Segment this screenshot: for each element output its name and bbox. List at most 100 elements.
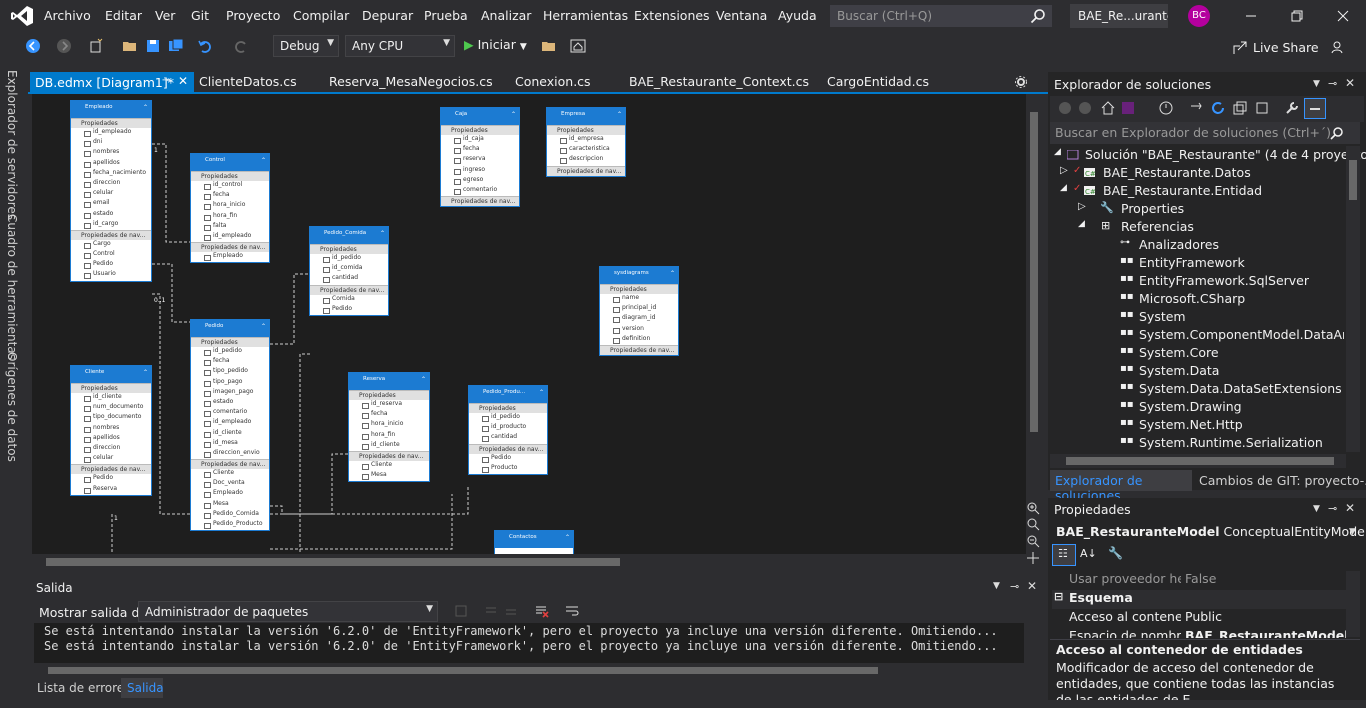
collapse-icon[interactable]: ⌃ xyxy=(617,111,622,118)
find-message-icon[interactable] xyxy=(454,604,468,618)
collapse-icon[interactable]: ⌃ xyxy=(143,104,148,111)
navigation-property[interactable]: Mesa xyxy=(349,471,429,481)
undo-icon[interactable] xyxy=(197,38,213,54)
tree-references[interactable]: Referencias xyxy=(1121,219,1194,234)
entity-property[interactable]: hora_inicio xyxy=(191,201,269,211)
navigation-property[interactable]: Comida xyxy=(310,295,388,305)
entity-property[interactable]: fecha_nacimiento xyxy=(71,169,151,179)
properties-wrench-icon[interactable] xyxy=(1284,100,1300,116)
live-share-icon[interactable] xyxy=(1232,40,1248,56)
output-text[interactable]: Se está intentando instalar la versión '… xyxy=(34,623,1024,663)
entity-pedido-comida[interactable]: Pedido_Comida ⌃ Propiedades id_pedido id_… xyxy=(309,226,389,316)
entity-property[interactable]: direccion_envio xyxy=(191,449,269,459)
entity-control[interactable]: Control ⌃ Propiedades id_control fecha ho… xyxy=(190,153,270,264)
preview-button[interactable] xyxy=(1304,98,1326,119)
entity-property[interactable]: dni xyxy=(71,138,151,148)
tab-reserva-mesanegocios[interactable]: Reserva_MesaNegocios.cs xyxy=(329,74,493,89)
entity-property[interactable]: nombres xyxy=(71,148,151,158)
entity-property[interactable]: id_empleado xyxy=(191,418,269,428)
collapse-icon[interactable]: ⌃ xyxy=(670,270,675,277)
redo-icon[interactable] xyxy=(233,38,249,54)
entity-property[interactable]: estado xyxy=(191,398,269,408)
close-panel-icon[interactable]: ✕ xyxy=(1345,501,1355,515)
entity-property[interactable]: fecha xyxy=(191,191,269,201)
open-folder-icon[interactable] xyxy=(122,38,138,54)
navigation-property[interactable]: Empleado xyxy=(191,489,269,499)
tree-reference[interactable]: System.Data xyxy=(1139,363,1219,378)
show-all-files-icon[interactable] xyxy=(1254,100,1270,116)
next-message-icon[interactable] xyxy=(504,604,518,618)
entity-reserva[interactable]: Reserva ⌃ Propiedades id_reserva fecha ho… xyxy=(348,372,430,483)
navigation-property[interactable]: Pedido xyxy=(469,454,547,464)
entity-property[interactable]: comentario xyxy=(191,408,269,418)
entity-property[interactable]: caracteristica xyxy=(547,145,625,155)
entity-empresa[interactable]: Empresa ⌃ Propiedades id_empresa caracter… xyxy=(546,107,626,177)
platform-select[interactable]: Any CPU ▼ xyxy=(345,35,455,57)
entity-property[interactable]: fecha xyxy=(191,357,269,367)
menu-git[interactable]: Git xyxy=(191,8,209,23)
word-wrap-icon[interactable] xyxy=(564,603,580,619)
pending-changes-icon[interactable] xyxy=(1158,100,1174,116)
close-tab-icon[interactable]: ✕ xyxy=(178,74,188,88)
close-icon[interactable] xyxy=(1335,8,1351,24)
properties-object-select[interactable]: BAE_RestauranteModel ConceptualEntityMod… xyxy=(1056,524,1366,539)
entity-property[interactable]: id_empleado xyxy=(71,128,151,138)
entity-contactos[interactable]: Contactos ⌃ xyxy=(494,530,574,554)
entity-sysdiagrams[interactable]: sysdiagrams ⌃ Propiedades name principal_… xyxy=(599,266,679,356)
property-row[interactable]: Espacio de nombres BAE_RestauranteModel xyxy=(1052,628,1346,638)
pin-icon[interactable]: ⊸ xyxy=(1328,502,1337,515)
entity-property[interactable]: ingreso xyxy=(441,166,519,176)
entity-property[interactable]: falta xyxy=(191,222,269,232)
entity-property[interactable]: diagram_id xyxy=(600,314,678,324)
entity-property[interactable]: id_empleado xyxy=(191,232,269,242)
entity-property[interactable]: num_documento xyxy=(71,403,151,413)
menu-prueba[interactable]: Prueba xyxy=(424,8,468,23)
forward-icon[interactable] xyxy=(56,38,72,54)
collapse-all-icon[interactable] xyxy=(1232,100,1248,116)
diagram-vertical-scroll-thumb[interactable] xyxy=(1030,112,1038,432)
entity-caja[interactable]: Caja ⌃ Propiedades id_caja fecha reserva … xyxy=(440,107,520,208)
entity-property[interactable]: egreso xyxy=(441,176,519,186)
navigation-property[interactable]: Doc_venta xyxy=(191,479,269,489)
collapse-icon[interactable]: ⌃ xyxy=(261,323,266,330)
search-icon[interactable] xyxy=(1030,8,1046,24)
save-all-icon[interactable] xyxy=(168,38,184,54)
entity-property[interactable]: cantidad xyxy=(310,274,388,284)
solution-search-input[interactable]: Buscar en Explorador de soluciones (Ctrl… xyxy=(1050,122,1360,144)
start-button[interactable]: ▶ Iniciar ▼ xyxy=(464,37,527,52)
forward-icon[interactable] xyxy=(1078,101,1092,115)
collapse-icon[interactable]: ⌃ xyxy=(261,157,266,164)
navigation-property[interactable]: Pedido xyxy=(71,474,151,484)
entity-pedido-producto[interactable]: Pedido_Produ... ⌃ Propiedades id_pedido i… xyxy=(468,385,548,475)
save-icon[interactable] xyxy=(145,38,161,54)
collapse-icon[interactable]: ⌃ xyxy=(539,389,544,396)
menu-analizar[interactable]: Analizar xyxy=(481,8,531,23)
entity-property[interactable]: id_cliente xyxy=(71,393,151,403)
navigation-property[interactable]: Pedido_Comida xyxy=(191,510,269,520)
entity-property[interactable]: direccion xyxy=(71,444,151,454)
solution-vertical-scroll-thumb[interactable] xyxy=(1349,160,1357,200)
server-explorer-tab[interactable]: Explorador de servidores xyxy=(5,70,19,220)
output-vertical-scrollbar[interactable] xyxy=(1026,624,1040,664)
navigation-property[interactable]: Mesa xyxy=(191,500,269,510)
output-horizontal-scroll-thumb[interactable] xyxy=(48,667,878,674)
clear-all-icon[interactable] xyxy=(534,603,550,619)
entity-property[interactable]: principal_id xyxy=(600,304,678,314)
collapse-icon[interactable]: ⌃ xyxy=(565,534,570,541)
search-input[interactable]: Buscar (Ctrl+Q) xyxy=(830,5,1052,27)
entity-property[interactable]: descripcion xyxy=(547,155,625,165)
tree-reference[interactable]: System.Core xyxy=(1139,345,1219,360)
menu-extensiones[interactable]: Extensiones xyxy=(634,8,710,23)
entity-property[interactable]: tipo_pago xyxy=(191,378,269,388)
collapse-icon[interactable]: ⌃ xyxy=(421,376,426,383)
entity-property[interactable]: apellidos xyxy=(71,434,151,444)
tab-error-list[interactable]: Lista de errores xyxy=(37,681,130,695)
entity-property[interactable]: direccion xyxy=(71,179,151,189)
entity-property[interactable]: id_pedido xyxy=(310,254,388,264)
entity-empleado[interactable]: Empleado ⌃ Propiedades id_empleado dni no… xyxy=(70,100,152,282)
menu-depurar[interactable]: Depurar xyxy=(362,8,413,23)
entity-property[interactable]: celular xyxy=(71,189,151,199)
tree-reference[interactable]: Analizadores xyxy=(1139,237,1219,252)
tree-project-datos[interactable]: BAE_Restaurante.Datos xyxy=(1103,165,1251,180)
new-project-icon[interactable] xyxy=(88,38,104,54)
